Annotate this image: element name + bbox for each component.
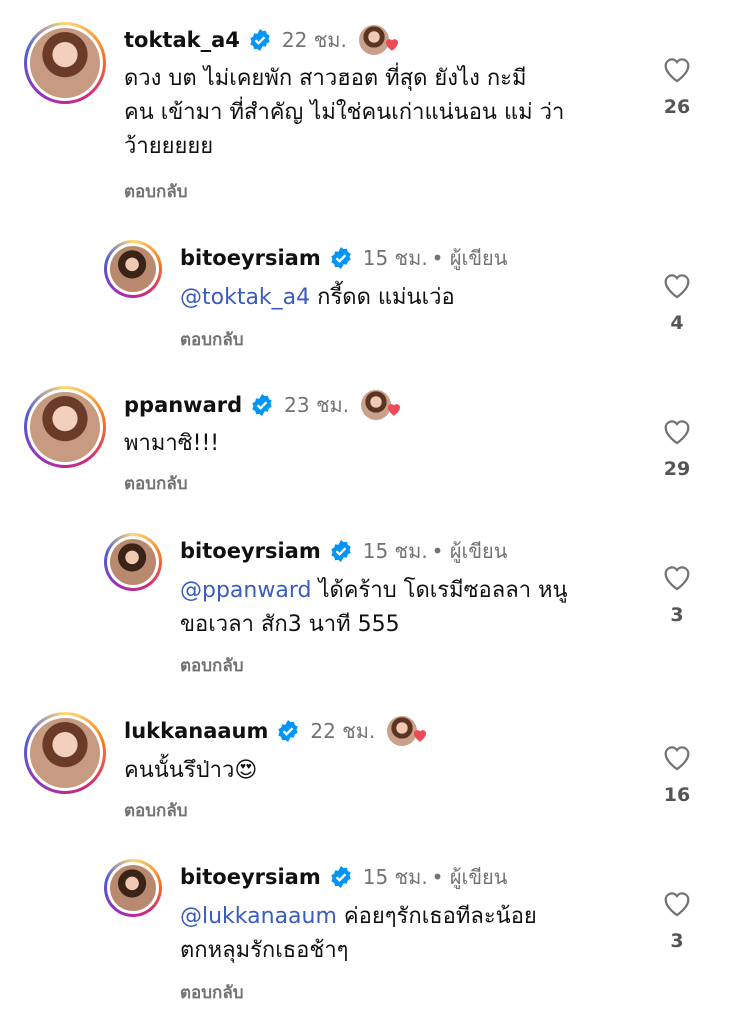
reply-text-line: @toktak_a4 กรี้ดด แม่นเว่อ xyxy=(180,281,455,315)
avatar[interactable] xyxy=(104,240,162,298)
verified-badge-icon xyxy=(250,29,270,51)
heart-outline-icon[interactable] xyxy=(660,560,694,594)
like-count: 4 xyxy=(670,312,684,334)
author-liked-avatar xyxy=(358,25,398,55)
comment-text-line: ว้ายยยยย xyxy=(124,134,214,159)
author-label: • ผู้เขียน xyxy=(431,865,508,889)
comment-username[interactable]: toktak_a4 xyxy=(124,28,240,52)
verified-badge-icon xyxy=(252,394,272,416)
reply-button[interactable]: ตอบกลับ xyxy=(180,979,244,1006)
author-liked-heart-icon xyxy=(385,39,398,51)
reply-username[interactable]: bitoeyrsiam xyxy=(180,246,321,270)
reply-text: @lukkanaaum ค่อยๆรักเธอทีละน้อย ตกหลุมรั… xyxy=(180,900,537,968)
verified-badge-icon xyxy=(278,720,299,742)
author-label: • ผู้เขียน xyxy=(431,246,508,270)
comment-time: 22 ชม. xyxy=(310,719,376,743)
comment-text-line: คน เข้ามา ที่สำคัญ ไม่ใช่คนเก่าแน่นอน แม… xyxy=(124,100,565,125)
reply-text: @ppanward ได้คร้าบ โดเรมีซอลลา หนู ขอเวล… xyxy=(180,574,568,642)
heart-outline-icon[interactable] xyxy=(660,740,694,774)
reply-time: 15 ชม. xyxy=(362,246,428,270)
like-column: 3 xyxy=(656,560,698,626)
like-column: 4 xyxy=(656,268,698,334)
reply-time: 15 ชม. xyxy=(362,865,428,889)
like-column: 16 xyxy=(656,740,698,806)
reply-time: 15 ชม. xyxy=(362,539,428,563)
like-count: 29 xyxy=(663,458,691,480)
reply-text-line: ขอเวลา สัก3 นาที 555 xyxy=(180,612,400,637)
author-liked-heart-icon xyxy=(414,730,427,742)
mention-link[interactable]: @ppanward xyxy=(180,578,311,603)
avatar[interactable] xyxy=(24,712,106,794)
reply-button[interactable]: ตอบกลับ xyxy=(124,178,188,205)
reply-text-line: @ppanward ได้คร้าบ โดเรมีซอลลา หนู xyxy=(180,574,568,608)
author-liked-heart-icon xyxy=(388,404,401,416)
comment-text-line: พามาซิ!!! xyxy=(124,431,220,456)
verified-badge-icon xyxy=(331,540,351,562)
comment-text: พามาซิ!!! xyxy=(124,427,219,461)
like-column: 3 xyxy=(656,886,698,952)
author-label: • ผู้เขียน xyxy=(431,539,508,563)
reply-button[interactable]: ตอบกลับ xyxy=(180,326,244,353)
verified-badge-icon xyxy=(331,247,351,269)
reply-text: @toktak_a4 กรี้ดด แม่นเว่อ xyxy=(180,281,455,315)
author-liked-avatar xyxy=(387,716,427,746)
heart-outline-icon[interactable] xyxy=(660,414,694,448)
reply-button[interactable]: ตอบกลับ xyxy=(124,470,188,497)
reply-username[interactable]: bitoeyrsiam xyxy=(180,539,321,563)
reply-button[interactable]: ตอบกลับ xyxy=(180,652,244,679)
like-count: 3 xyxy=(670,930,684,952)
avatar[interactable] xyxy=(24,22,106,104)
comment-username[interactable]: lukkanaaum xyxy=(124,719,268,743)
like-count: 16 xyxy=(663,784,691,806)
reply-button[interactable]: ตอบกลับ xyxy=(124,797,188,824)
reply-username[interactable]: bitoeyrsiam xyxy=(180,865,321,889)
comment-username[interactable]: ppanward xyxy=(124,393,242,417)
like-count: 3 xyxy=(670,604,684,626)
mention-link[interactable]: @lukkanaaum xyxy=(180,904,337,929)
heart-outline-icon[interactable] xyxy=(660,268,694,302)
mention-link[interactable]: @toktak_a4 xyxy=(180,285,310,310)
avatar[interactable] xyxy=(104,533,162,591)
reply-text-content: ค่อยๆรักเธอทีละน้อย xyxy=(343,904,537,929)
heart-outline-icon[interactable] xyxy=(660,52,694,86)
comment-text: คนนั้นรึป่าว😍 xyxy=(124,754,257,788)
comment-text-line: ดวง บต ไม่เคยพัก สาวฮอต ที่สุด ยังไง กะม… xyxy=(124,66,527,91)
author-liked-avatar xyxy=(361,390,401,420)
avatar[interactable] xyxy=(104,859,162,917)
like-column: 29 xyxy=(656,414,698,480)
comment-time: 22 ชม. xyxy=(281,28,347,52)
reply-text-line: @lukkanaaum ค่อยๆรักเธอทีละน้อย xyxy=(180,900,537,934)
verified-badge-icon xyxy=(331,866,351,888)
reply-text-line: ตกหลุมรักเธอช้าๆ xyxy=(180,938,349,963)
like-column: 26 xyxy=(656,52,698,118)
avatar[interactable] xyxy=(24,386,106,468)
reply-text-content: ได้คร้าบ โดเรมีซอลลา หนู xyxy=(318,578,568,603)
comment-text: ดวง บต ไม่เคยพัก สาวฮอต ที่สุด ยังไง กะม… xyxy=(124,62,564,164)
comment-text-line: คนนั้นรึป่าว😍 xyxy=(124,758,258,783)
heart-outline-icon[interactable] xyxy=(660,886,694,920)
comment-time: 23 ชม. xyxy=(284,393,350,417)
reply-text-content: กรี้ดด แม่นเว่อ xyxy=(317,285,455,310)
like-count: 26 xyxy=(663,96,691,118)
